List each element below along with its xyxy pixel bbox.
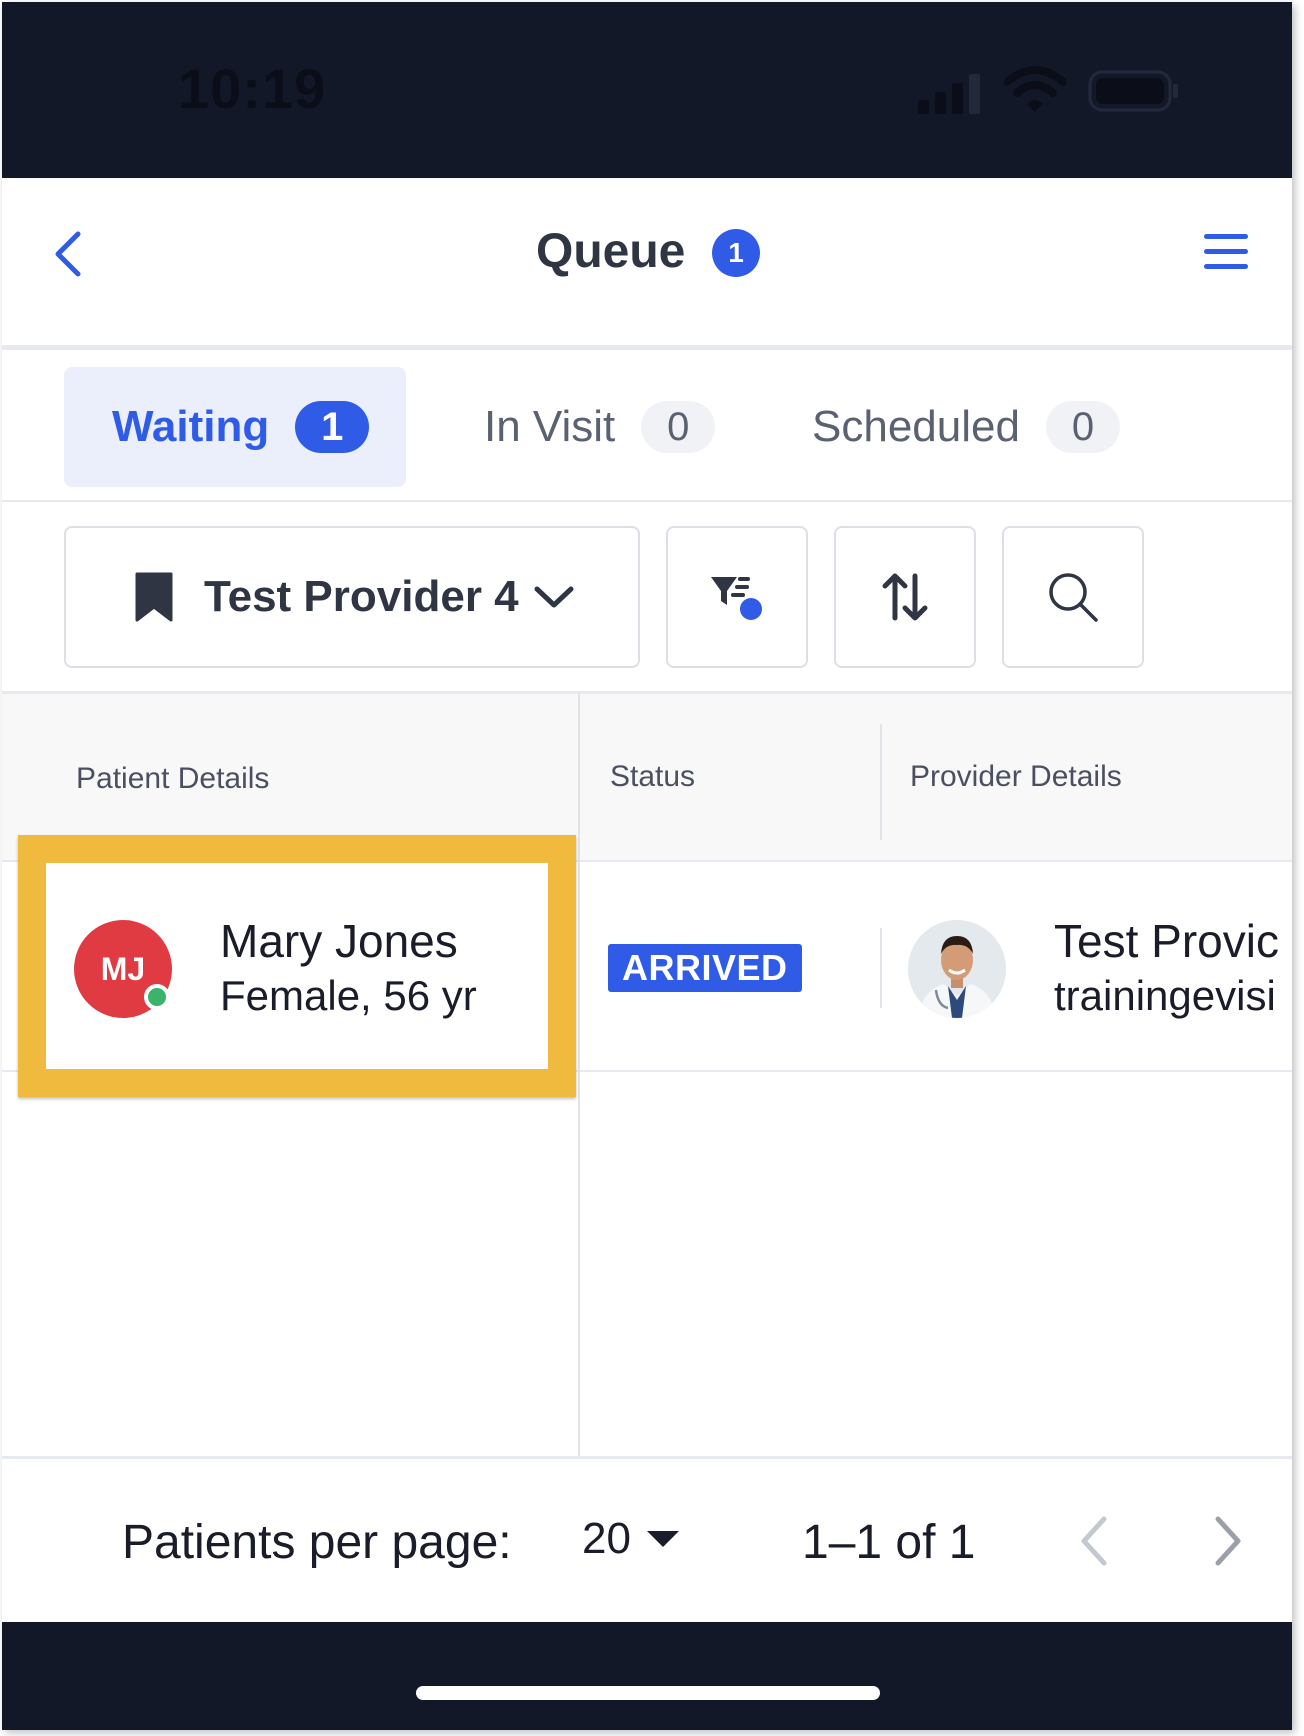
provider-email: trainingevisi — [1054, 972, 1276, 1019]
tab-label: Scheduled — [812, 402, 1020, 451]
next-page-icon[interactable] — [1206, 1511, 1250, 1571]
queue-tabs: Waiting 1 In Visit 0 Scheduled 0 — [2, 355, 1292, 502]
column-header-patient-details[interactable]: Patient Details — [76, 762, 269, 796]
patient-demographics: Female, 56 yr — [220, 972, 477, 1019]
patient-initials: MJ — [100, 950, 146, 987]
page-title: Queue — [536, 225, 686, 278]
caret-down-icon — [646, 1531, 679, 1547]
column-divider — [880, 724, 882, 840]
battery-icon — [1088, 70, 1178, 112]
tab-waiting[interactable]: Waiting 1 — [64, 367, 406, 487]
tab-count-badge: 1 — [295, 401, 370, 453]
queue-count-badge: 1 — [712, 229, 760, 277]
home-indicator-area — [2, 1622, 1292, 1730]
tab-count-badge: 0 — [641, 401, 716, 453]
phone-screen: 10:19 Queue 1 Waiting 1 In Visit 0 Sched… — [2, 2, 1292, 1730]
sort-button[interactable] — [834, 526, 976, 668]
filter-icon — [711, 577, 762, 620]
status-time: 10:19 — [178, 57, 327, 120]
tab-label: In Visit — [484, 402, 616, 451]
column-divider — [880, 928, 882, 1008]
patient-avatar: MJ — [74, 920, 172, 1018]
home-indicator[interactable] — [416, 1686, 880, 1700]
provider-avatar — [908, 920, 1006, 1018]
table-empty-space — [2, 1072, 1292, 1456]
cell-signal-icon — [918, 74, 980, 114]
queue-toolbar: Test Provider 4 — [2, 502, 1292, 694]
filter-button[interactable] — [666, 526, 808, 668]
search-icon — [1049, 573, 1098, 622]
provider-select[interactable]: Test Provider 4 — [64, 526, 640, 668]
hamburger-menu-icon[interactable] — [1202, 230, 1250, 274]
tab-label: Waiting — [112, 402, 270, 451]
tab-count-badge: 0 — [1045, 401, 1120, 453]
online-status-dot — [144, 984, 170, 1010]
column-header-provider-details[interactable]: Provider Details — [910, 760, 1122, 794]
back-button[interactable] — [42, 224, 92, 284]
table-row[interactable]: MJ Mary Jones Female, 56 yr ARRIVED Test… — [2, 862, 1292, 1072]
status-bar: 10:19 — [2, 2, 1292, 178]
search-button[interactable] — [1002, 526, 1144, 668]
per-page-select[interactable]: 20 — [582, 1509, 681, 1569]
provider-name[interactable]: Test Provic — [1054, 914, 1279, 968]
column-header-status[interactable]: Status — [610, 760, 695, 794]
column-divider — [578, 862, 580, 1072]
patient-name[interactable]: Mary Jones — [220, 914, 458, 968]
tab-scheduled[interactable]: Scheduled 0 — [812, 367, 1120, 487]
table-header: Patient Details Status Provider Details — [2, 694, 1292, 862]
chevron-left-icon — [55, 231, 81, 277]
page-range: 1–1 of 1 — [802, 1516, 976, 1569]
app-header: Queue 1 — [2, 178, 1292, 350]
bookmark-icon — [135, 572, 173, 622]
wifi-icon — [1004, 66, 1066, 112]
provider-select-label: Test Provider 4 — [204, 572, 519, 621]
column-divider — [578, 1072, 580, 1456]
pagination-footer: Patients per page: 20 1–1 of 1 — [2, 1456, 1292, 1622]
sort-arrows-icon — [882, 573, 928, 621]
column-divider — [578, 694, 580, 862]
per-page-value: 20 — [582, 1514, 631, 1563]
per-page-label: Patients per page: — [122, 1516, 512, 1569]
chevron-down-icon — [534, 586, 574, 608]
provider-photo-icon — [908, 920, 1006, 1018]
previous-page-icon[interactable] — [1072, 1511, 1116, 1571]
tab-in-visit[interactable]: In Visit 0 — [484, 367, 716, 487]
status-badge: ARRIVED — [608, 944, 802, 992]
